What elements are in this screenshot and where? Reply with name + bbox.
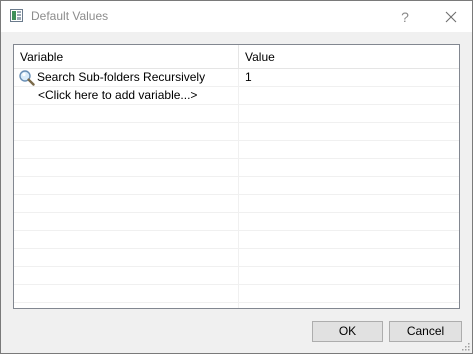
cancel-button[interactable]: Cancel xyxy=(389,321,462,342)
empty-row xyxy=(14,303,459,308)
column-header-variable[interactable]: Variable xyxy=(14,45,239,68)
variable-name: Search Sub-folders Recursively xyxy=(37,70,206,84)
magnifier-icon xyxy=(19,70,35,86)
column-header-value[interactable]: Value xyxy=(239,45,459,68)
grid-header: Variable Value xyxy=(14,45,459,69)
empty-row xyxy=(14,159,459,177)
help-button[interactable]: ? xyxy=(389,1,421,32)
resize-grip-icon[interactable] xyxy=(460,341,470,351)
title-bar: Default Values ? xyxy=(1,1,472,32)
dialog-app-icon xyxy=(10,9,23,22)
window-title: Default Values xyxy=(31,9,109,23)
add-variable-link[interactable]: <Click here to add variable...> xyxy=(38,87,197,104)
empty-row xyxy=(14,123,459,141)
empty-row xyxy=(14,195,459,213)
empty-row xyxy=(14,267,459,285)
variables-grid[interactable]: Variable Value Search Sub-folders Recurs… xyxy=(13,44,460,309)
table-row[interactable]: Search Sub-folders Recursively 1 xyxy=(14,69,459,87)
add-variable-row[interactable]: <Click here to add variable...> xyxy=(14,87,459,105)
empty-row xyxy=(14,141,459,159)
empty-row xyxy=(14,285,459,303)
grid-rows: Search Sub-folders Recursively 1 <Click … xyxy=(14,69,459,308)
close-button[interactable] xyxy=(429,1,472,32)
ok-button[interactable]: OK xyxy=(312,321,383,342)
empty-row xyxy=(14,231,459,249)
variable-cell[interactable]: Search Sub-folders Recursively xyxy=(14,69,239,86)
empty-row xyxy=(14,105,459,123)
default-values-dialog: Default Values ? Variable Value Search S… xyxy=(0,0,473,354)
help-icon: ? xyxy=(401,8,409,25)
column-header-filler xyxy=(459,45,460,68)
empty-row xyxy=(14,213,459,231)
empty-row xyxy=(14,177,459,195)
close-icon xyxy=(445,11,456,22)
empty-value-cell[interactable] xyxy=(239,87,459,104)
empty-row xyxy=(14,249,459,267)
value-cell[interactable]: 1 xyxy=(239,69,459,86)
add-variable-cell[interactable]: <Click here to add variable...> xyxy=(14,87,239,104)
